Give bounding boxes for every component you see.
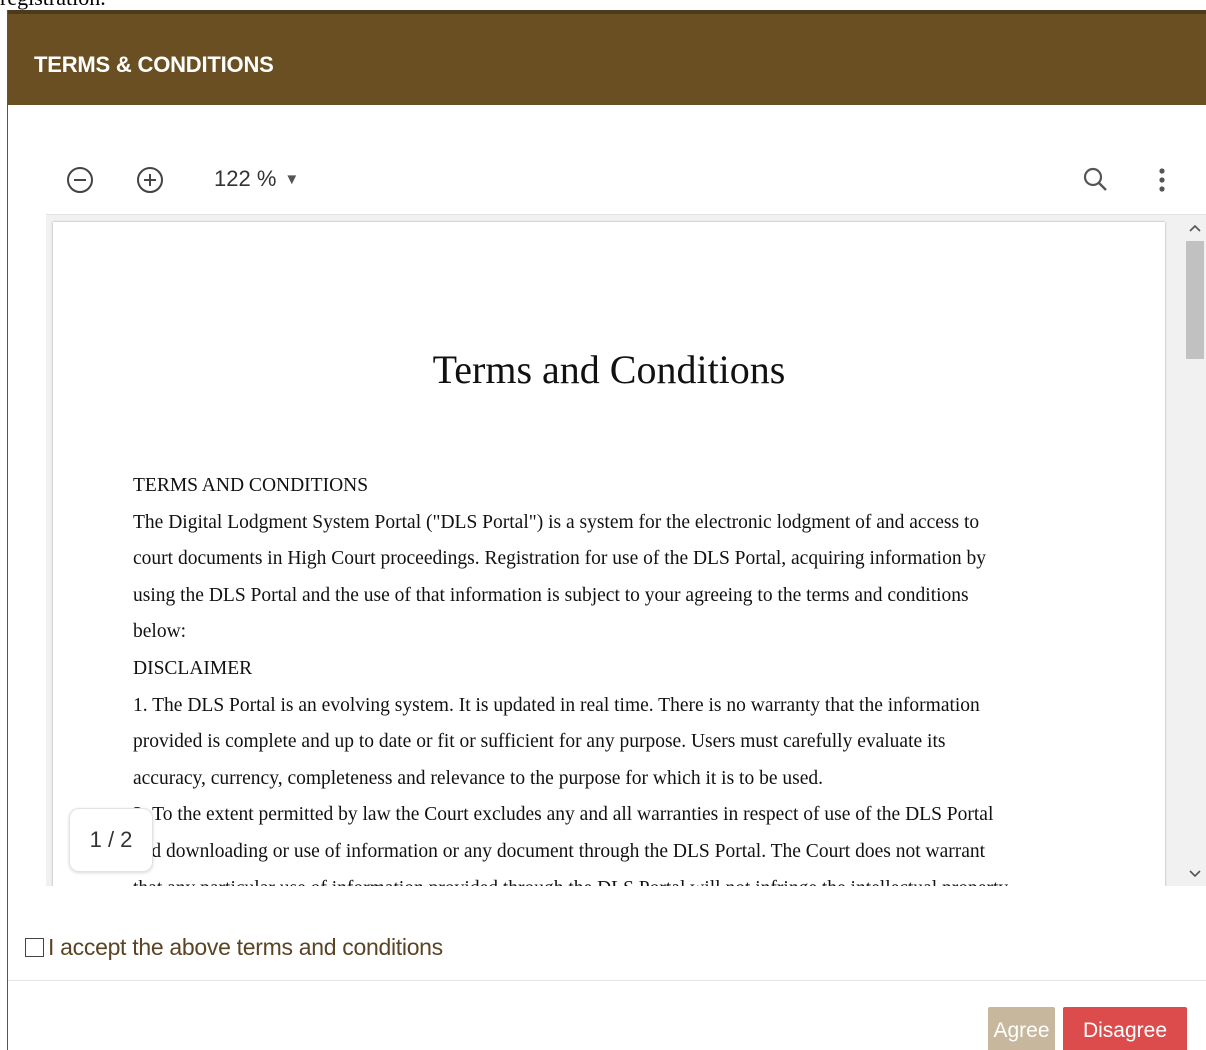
document-page: Terms and Conditions TERMS AND CONDITION… (53, 222, 1165, 886)
document-line: DISCLAIMER (133, 657, 253, 679)
scrollbar-thumb[interactable] (1186, 241, 1204, 359)
document-line: The Digital Lodgment System Portal ("DLS… (133, 511, 980, 533)
background-page-text: registration. (0, 0, 106, 10)
terms-modal: TERMS & CONDITIONS 122 % ▼ Terms and Cond… (7, 10, 1206, 1050)
zoom-level-dropdown[interactable]: 122 % ▼ (214, 166, 299, 192)
agree-button[interactable]: Agree (988, 1007, 1055, 1050)
modal-header: TERMS & CONDITIONS (8, 10, 1206, 105)
document-line: court documents in High Court proceeding… (133, 548, 986, 570)
chevron-down-icon: ▼ (284, 171, 300, 188)
document-line: below: (133, 621, 187, 643)
zoom-level: 122 % (214, 166, 277, 191)
document-title: Terms and Conditions (432, 347, 786, 392)
document-line: 1. The DLS Portal is an evolving system.… (133, 694, 980, 716)
accept-checkbox[interactable] (25, 938, 44, 957)
pdf-toolbar: 122 % ▼ (46, 150, 1178, 210)
scroll-down-icon[interactable] (1182, 863, 1206, 885)
document-line: that any particular use of information p… (133, 871, 1133, 886)
document-viewport[interactable]: Terms and Conditions TERMS AND CONDITION… (46, 214, 1206, 886)
footer-divider (8, 980, 1206, 981)
disagree-button[interactable]: Disagree (1063, 1007, 1187, 1050)
scroll-up-icon[interactable] (1182, 217, 1206, 239)
accept-label: I accept the above terms and conditions (48, 934, 443, 960)
accept-terms[interactable]: I accept the above terms and conditions (25, 934, 443, 961)
document-line: accuracy, currency, completeness and rel… (133, 767, 823, 789)
document-line: TERMS AND CONDITIONS (133, 475, 369, 496)
zoom-out-icon[interactable] (64, 164, 96, 196)
document-line: provided is complete and up to date or f… (133, 731, 946, 753)
vertical-scrollbar[interactable] (1182, 215, 1206, 886)
document-body: TERMS AND CONDITIONS The Digital Lodgmen… (133, 468, 1133, 886)
document-line: using the DLS Portal and the use of that… (133, 584, 969, 606)
zoom-in-icon[interactable] (134, 164, 166, 196)
search-icon[interactable] (1080, 164, 1112, 196)
more-vertical-icon[interactable] (1146, 164, 1178, 196)
modal-title: TERMS & CONDITIONS (34, 52, 274, 77)
document-line: 2. To the extent permitted by law the Co… (133, 804, 994, 826)
document-line: and downloading or use of information or… (133, 840, 986, 862)
page-indicator: 1 / 2 (69, 808, 153, 872)
